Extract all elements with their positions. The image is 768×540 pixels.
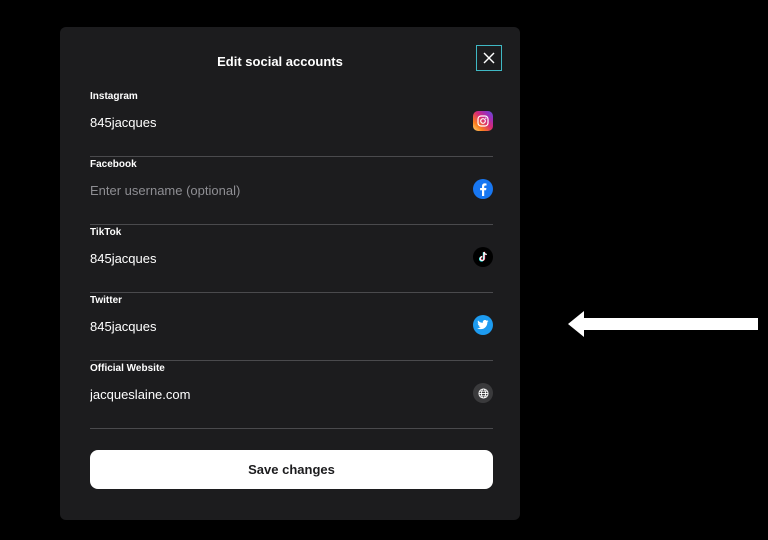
- modal-title: Edit social accounts: [217, 54, 343, 69]
- field-label: Twitter: [90, 295, 123, 306]
- website-field: Official Website: [90, 361, 493, 429]
- facebook-field: Facebook: [90, 157, 493, 225]
- field-label: TikTok: [90, 227, 122, 238]
- twitter-input[interactable]: [90, 315, 450, 337]
- globe-icon: [473, 383, 493, 403]
- instagram-input[interactable]: [90, 111, 450, 133]
- page-background: Edit social accounts Instagram Facebook: [0, 0, 768, 540]
- twitter-icon: [473, 315, 493, 335]
- instagram-icon: [473, 111, 493, 131]
- close-button[interactable]: [476, 45, 502, 71]
- field-label: Facebook: [90, 159, 137, 170]
- tiktok-input[interactable]: [90, 247, 450, 269]
- twitter-field: Twitter: [90, 293, 493, 361]
- close-icon: [483, 52, 495, 64]
- facebook-icon: [473, 179, 493, 199]
- save-changes-button[interactable]: Save changes: [90, 450, 493, 489]
- field-label: Instagram: [90, 91, 138, 102]
- field-label: Official Website: [90, 363, 165, 374]
- website-input[interactable]: [90, 383, 450, 405]
- tiktok-icon: [473, 247, 493, 267]
- edit-social-accounts-modal: Edit social accounts Instagram Facebook: [60, 27, 520, 520]
- facebook-input[interactable]: [90, 179, 450, 201]
- tiktok-field: TikTok: [90, 225, 493, 293]
- instagram-field: Instagram: [90, 89, 493, 157]
- arrow-left-icon: [568, 311, 758, 337]
